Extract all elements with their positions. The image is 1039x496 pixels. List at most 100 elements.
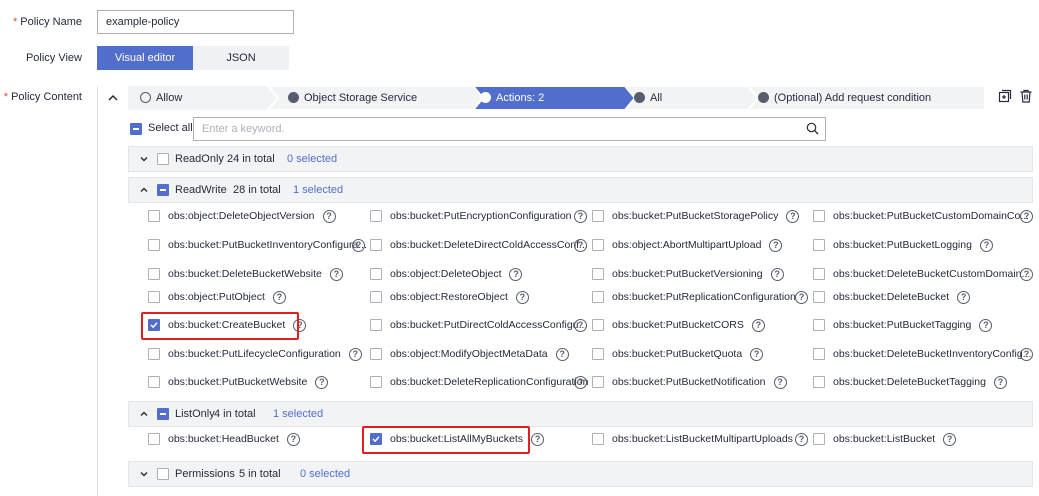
action-checkbox[interactable]	[592, 268, 604, 280]
policy-view-tabs: Visual editor JSON	[97, 46, 289, 70]
copy-icon[interactable]	[998, 89, 1012, 103]
clock-icon	[288, 92, 299, 103]
help-icon[interactable]: ?	[1020, 268, 1033, 281]
action-checkbox[interactable]	[148, 210, 160, 222]
group-readwrite-header[interactable]: ReadWrite 28 in total 1 selected	[128, 177, 1033, 203]
action-checkbox[interactable]	[813, 210, 825, 222]
help-icon[interactable]: ?	[574, 376, 587, 389]
help-icon[interactable]: ?	[957, 291, 971, 304]
help-icon[interactable]: ?	[555, 348, 569, 361]
help-icon[interactable]: ?	[322, 210, 336, 223]
action-checkbox[interactable]	[592, 319, 604, 331]
group-readonly-checkbox[interactable]	[157, 153, 169, 165]
action-checkbox[interactable]	[370, 268, 382, 280]
help-icon[interactable]: ?	[515, 291, 529, 304]
action-label: obs:object:DeleteObjectVersion	[168, 210, 315, 222]
help-icon[interactable]: ?	[509, 268, 523, 281]
group-listonly-selected: 1 selected	[273, 408, 324, 420]
help-icon[interactable]: ?	[1020, 210, 1033, 223]
action-checkbox[interactable]	[148, 348, 160, 360]
help-icon[interactable]: ?	[574, 210, 587, 223]
policy-name-label: * Policy Name	[12, 16, 82, 28]
action-checkbox[interactable]	[148, 433, 160, 445]
help-icon[interactable]: ?	[329, 268, 343, 281]
group-readonly-header[interactable]: ReadOnly 24 in total 0 selected	[128, 146, 1033, 172]
help-icon[interactable]: ?	[770, 268, 784, 281]
action-checkbox[interactable]	[148, 376, 160, 388]
chevron-up-icon	[140, 411, 148, 416]
help-icon[interactable]: ?	[769, 239, 783, 252]
clock-icon	[634, 92, 645, 103]
help-icon[interactable]: ?	[286, 433, 300, 446]
step-service[interactable]: Object Storage Service	[288, 86, 417, 110]
help-icon[interactable]: ?	[993, 376, 1007, 389]
select-all-checkbox[interactable]	[130, 123, 142, 135]
action-checkbox[interactable]	[370, 319, 382, 331]
help-icon[interactable]: ?	[574, 239, 587, 252]
action-checkbox[interactable]	[148, 291, 160, 303]
action-checkbox[interactable]	[813, 268, 825, 280]
delete-icon[interactable]	[1019, 89, 1033, 103]
action-checkbox[interactable]	[813, 239, 825, 251]
action-checkbox[interactable]	[813, 291, 825, 303]
action-label: obs:bucket:DeleteBucketTagging	[833, 376, 986, 388]
action-checkbox[interactable]	[370, 291, 382, 303]
action-label: obs:object:RestoreObject	[390, 291, 508, 303]
action-checkbox[interactable]	[370, 210, 382, 222]
action-checkbox[interactable]	[370, 376, 382, 388]
step-resources[interactable]: All	[634, 86, 662, 110]
group-readwrite-total: 28 in total	[233, 184, 281, 196]
action-checkbox[interactable]	[813, 376, 825, 388]
help-icon[interactable]: ?	[348, 348, 362, 361]
highlight-create-bucket	[141, 312, 299, 340]
search-input[interactable]: Enter a keyword.	[193, 117, 826, 141]
search-icon[interactable]	[806, 122, 819, 135]
action-checkbox[interactable]	[148, 239, 160, 251]
group-readwrite-checkbox[interactable]	[157, 184, 169, 196]
policy-name-input[interactable]: example-policy	[97, 10, 294, 34]
action-checkbox[interactable]	[592, 376, 604, 388]
action-checkbox[interactable]	[592, 348, 604, 360]
action-checkbox[interactable]	[370, 348, 382, 360]
step-actions[interactable]: Actions: 2	[480, 86, 544, 110]
action-label: obs:bucket:PutReplicationConfiguration	[612, 291, 796, 303]
help-icon[interactable]: ?	[979, 319, 993, 332]
help-icon[interactable]: ?	[272, 291, 286, 304]
action-checkbox[interactable]	[592, 210, 604, 222]
action-label: obs:bucket:PutLifecycleConfiguration	[168, 348, 341, 360]
group-listonly-checkbox[interactable]	[157, 408, 169, 420]
group-listonly-header[interactable]: ListOnly 4 in total 1 selected	[128, 401, 1033, 427]
group-permissions-checkbox[interactable]	[157, 468, 169, 480]
statement-step-bar: Allow Object Storage Service Actions: 2 …	[128, 86, 985, 110]
tab-json[interactable]: JSON	[193, 46, 289, 70]
action-checkbox[interactable]	[813, 433, 825, 445]
help-icon[interactable]: ?	[751, 319, 765, 332]
help-icon[interactable]: ?	[750, 348, 764, 361]
help-icon[interactable]: ?	[352, 239, 365, 252]
step-condition[interactable]: (Optional) Add request condition	[758, 86, 931, 110]
help-icon[interactable]: ?	[943, 433, 957, 446]
step-effect[interactable]: Allow	[140, 86, 182, 110]
group-permissions-header[interactable]: Permissions 5 in total 0 selected	[128, 461, 1033, 487]
help-icon[interactable]: ?	[773, 376, 787, 389]
action-checkbox[interactable]	[148, 268, 160, 280]
action-label: obs:bucket:ListBucket	[833, 433, 936, 445]
help-icon[interactable]: ?	[531, 433, 545, 446]
help-icon[interactable]: ?	[795, 291, 808, 304]
help-icon[interactable]: ?	[574, 319, 587, 332]
action-checkbox[interactable]	[592, 433, 604, 445]
help-icon[interactable]: ?	[1020, 348, 1033, 361]
tab-visual-editor[interactable]: Visual editor	[97, 46, 193, 70]
action-checkbox[interactable]	[592, 291, 604, 303]
help-icon[interactable]: ?	[795, 433, 808, 446]
help-icon[interactable]: ?	[315, 376, 329, 389]
action-checkbox[interactable]	[370, 239, 382, 251]
action-checkbox[interactable]	[813, 348, 825, 360]
action-label: obs:bucket:PutBucketStoragePolicy	[612, 210, 779, 222]
action-checkbox[interactable]	[592, 239, 604, 251]
action-checkbox[interactable]	[813, 319, 825, 331]
clock-icon	[480, 92, 491, 103]
help-icon[interactable]: ?	[786, 210, 800, 223]
chevron-up-icon[interactable]	[106, 91, 120, 105]
help-icon[interactable]: ?	[979, 239, 993, 252]
